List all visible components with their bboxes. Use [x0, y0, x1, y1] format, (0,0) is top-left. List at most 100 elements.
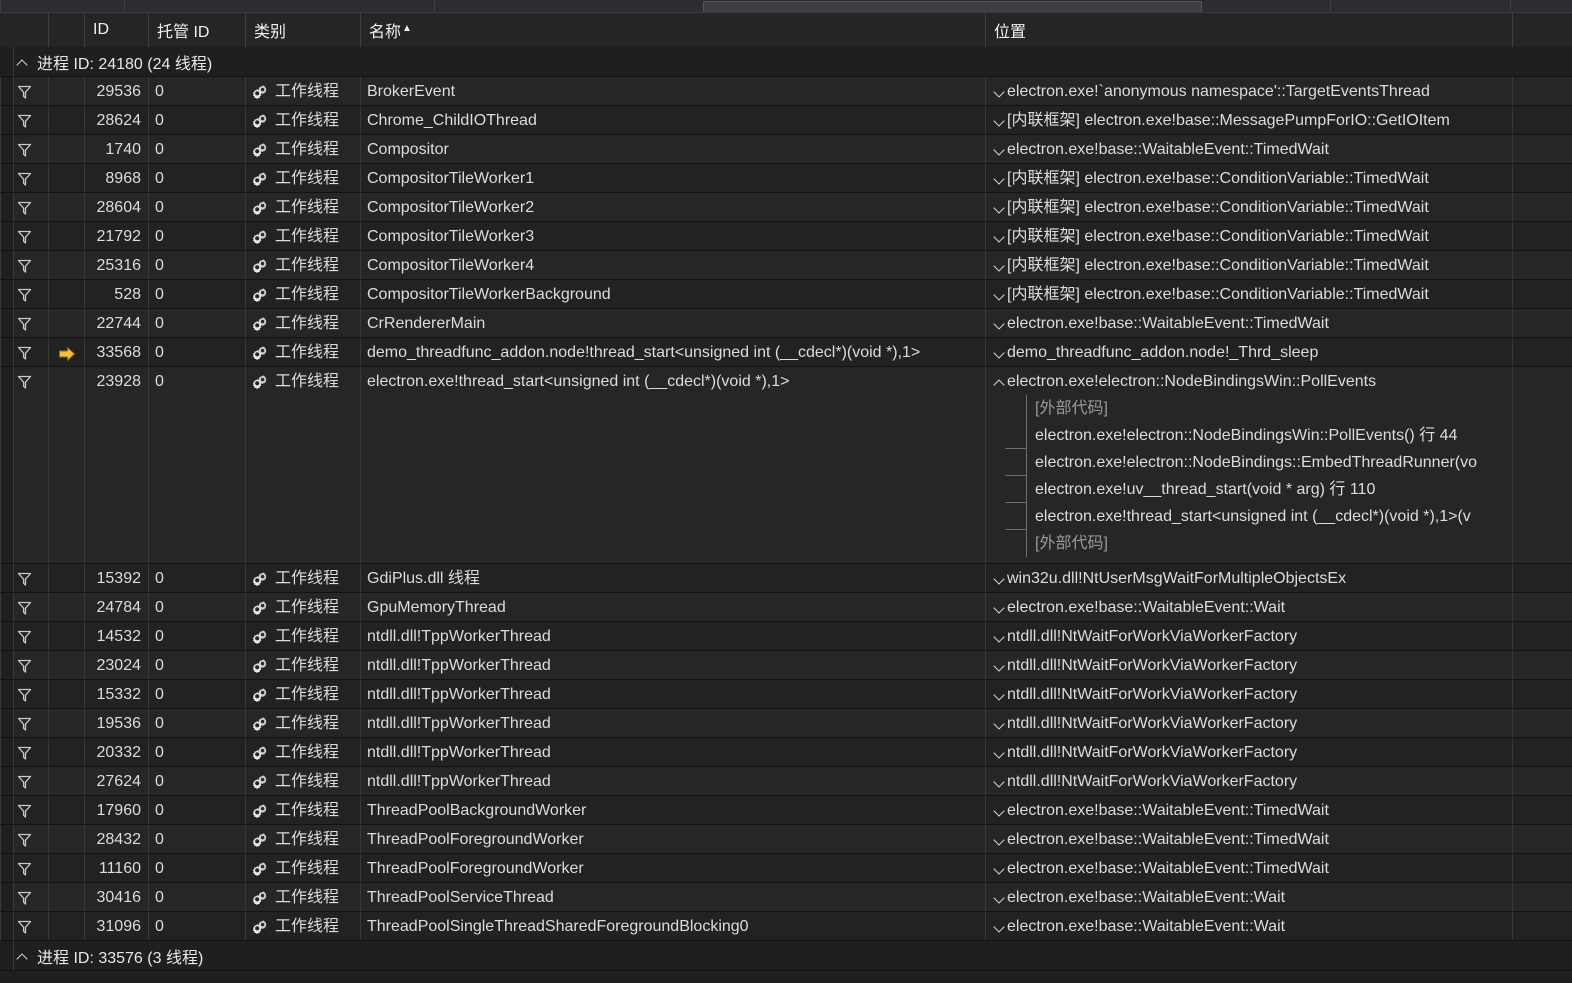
table-row[interactable]: 25316 0 工作线程 CompositorTileWorker4 [内联框架] el…: [0, 251, 1572, 280]
cell-flag[interactable]: [0, 651, 48, 679]
chevron-down-icon[interactable]: [992, 256, 1007, 276]
flag-icon[interactable]: [15, 859, 34, 878]
cell-location[interactable]: electron.exe!base::WaitableEvent::Wait: [985, 593, 1512, 621]
table-row[interactable]: 33568 0 工作线程 demo_threadfunc_addon.node!thr…: [0, 338, 1572, 367]
cell-flag[interactable]: [0, 854, 48, 882]
flag-icon[interactable]: [15, 140, 34, 159]
flag-icon[interactable]: [15, 314, 34, 333]
flag-icon[interactable]: [15, 743, 34, 762]
table-row[interactable]: 19536 0 工作线程 ntdll.dll!TppWorkerThread ntdll…: [0, 709, 1572, 738]
chevron-down-icon[interactable]: [992, 82, 1007, 102]
table-row[interactable]: 528 0 工作线程 CompositorTileWorkerBackground [内…: [0, 280, 1572, 309]
chevron-down-icon[interactable]: [992, 569, 1007, 589]
location-top-frame[interactable]: electron.exe!electron::NodeBindingsWin::…: [986, 371, 1512, 393]
column-header-flag[interactable]: [0, 13, 48, 47]
cell-flag[interactable]: [0, 738, 48, 766]
cell-location[interactable]: electron.exe!base::WaitableEvent::TimedW…: [985, 309, 1512, 337]
process-group-header[interactable]: 进程 ID: 33576 (3 线程): [0, 941, 1572, 971]
table-row[interactable]: 21792 0 工作线程 CompositorTileWorker3 [内联框架] el…: [0, 222, 1572, 251]
chevron-down-icon[interactable]: [992, 598, 1007, 618]
table-row[interactable]: 15392 0 工作线程 GdiPlus.dll 线程 win32u.dll!NtUse…: [0, 564, 1572, 593]
flag-icon[interactable]: [15, 82, 34, 101]
chevron-down-icon[interactable]: [992, 743, 1007, 763]
location-top-frame[interactable]: electron.exe!base::WaitableEvent::Wait: [986, 916, 1512, 938]
column-header-name[interactable]: 名称 ▲: [360, 13, 985, 47]
column-header-spare[interactable]: [1512, 13, 1572, 47]
cell-flag[interactable]: [0, 709, 48, 737]
cell-location[interactable]: [内联框架] electron.exe!base::ConditionVaria…: [985, 193, 1512, 221]
cell-location[interactable]: [内联框架] electron.exe!base::ConditionVaria…: [985, 251, 1512, 279]
column-header-marker[interactable]: [48, 13, 84, 47]
flag-icon[interactable]: [15, 656, 34, 675]
cell-flag[interactable]: [0, 767, 48, 795]
table-row[interactable]: 8968 0 工作线程 CompositorTileWorker1 [内联框架] ele…: [0, 164, 1572, 193]
table-row[interactable]: 20332 0 工作线程 ntdll.dll!TppWorkerThread ntdll…: [0, 738, 1572, 767]
cell-flag[interactable]: [0, 193, 48, 221]
cell-location[interactable]: electron.exe!base::WaitableEvent::TimedW…: [985, 825, 1512, 853]
cell-flag[interactable]: [0, 164, 48, 192]
chevron-down-icon[interactable]: [992, 859, 1007, 879]
chevron-down-icon[interactable]: [992, 627, 1007, 647]
stack-frame[interactable]: [外部代码]: [1005, 395, 1512, 422]
location-top-frame[interactable]: electron.exe!base::WaitableEvent::TimedW…: [986, 139, 1512, 161]
chevron-up-icon[interactable]: [16, 949, 30, 963]
flag-icon[interactable]: [15, 227, 34, 246]
flag-icon[interactable]: [15, 627, 34, 646]
chevron-down-icon[interactable]: [992, 343, 1007, 363]
table-row[interactable]: 14532 0 工作线程 ntdll.dll!TppWorkerThread ntdll…: [0, 622, 1572, 651]
cell-location[interactable]: demo_threadfunc_addon.node!_Thrd_sleep: [985, 338, 1512, 366]
chevron-down-icon[interactable]: [992, 830, 1007, 850]
cell-flag[interactable]: [0, 564, 48, 592]
location-top-frame[interactable]: ntdll.dll!NtWaitForWorkViaWorkerFactory: [986, 742, 1512, 764]
cell-location[interactable]: [内联框架] electron.exe!base::MessagePumpFor…: [985, 106, 1512, 134]
table-row[interactable]: 29536 0 工作线程 BrokerEvent electron.exe!`anony…: [0, 77, 1572, 106]
cell-location[interactable]: electron.exe!base::WaitableEvent::Wait: [985, 883, 1512, 911]
location-top-frame[interactable]: electron.exe!base::WaitableEvent::TimedW…: [986, 829, 1512, 851]
stack-frame[interactable]: electron.exe!electron::NodeBindings::Emb…: [1005, 449, 1512, 476]
column-header-id[interactable]: ID: [84, 13, 148, 47]
table-row[interactable]: 28604 0 工作线程 CompositorTileWorker2 [内联框架] el…: [0, 193, 1572, 222]
cell-flag[interactable]: [0, 135, 48, 163]
column-header-location[interactable]: 位置: [985, 13, 1512, 47]
chevron-down-icon[interactable]: [992, 656, 1007, 676]
cell-location[interactable]: electron.exe!base::WaitableEvent::TimedW…: [985, 135, 1512, 163]
table-row[interactable]: 28432 0 工作线程 ThreadPoolForegroundWorker elec…: [0, 825, 1572, 854]
table-row[interactable]: 23928 0 工作线程 electron.exe!thread_start<unsi…: [0, 367, 1572, 564]
flag-icon[interactable]: [15, 917, 34, 936]
column-header-category[interactable]: 类别: [245, 13, 360, 47]
flag-icon[interactable]: [15, 169, 34, 188]
process-group-label-wrap[interactable]: 进程 ID: 24180 (24 线程): [16, 50, 212, 74]
location-top-frame[interactable]: [内联框架] electron.exe!base::ConditionVaria…: [986, 168, 1512, 190]
table-row[interactable]: 23024 0 工作线程 ntdll.dll!TppWorkerThread ntdll…: [0, 651, 1572, 680]
cell-flag[interactable]: [0, 309, 48, 337]
location-top-frame[interactable]: electron.exe!base::WaitableEvent::Wait: [986, 597, 1512, 619]
flag-icon[interactable]: [15, 772, 34, 791]
location-top-frame[interactable]: [内联框架] electron.exe!base::ConditionVaria…: [986, 284, 1512, 306]
cell-location[interactable]: electron.exe!electron::NodeBindingsWin::…: [985, 367, 1512, 563]
cell-flag[interactable]: [0, 280, 48, 308]
cell-flag[interactable]: [0, 106, 48, 134]
cell-flag[interactable]: [0, 796, 48, 824]
cell-location[interactable]: [内联框架] electron.exe!base::ConditionVaria…: [985, 164, 1512, 192]
location-top-frame[interactable]: electron.exe!base::WaitableEvent::TimedW…: [986, 858, 1512, 880]
table-row[interactable]: 17960 0 工作线程 ThreadPoolBackgroundWorker elec…: [0, 796, 1572, 825]
flag-icon[interactable]: [15, 285, 34, 304]
chevron-down-icon[interactable]: [992, 111, 1007, 131]
table-row[interactable]: 24784 0 工作线程 GpuMemoryThread electron.exe!ba…: [0, 593, 1572, 622]
cell-location[interactable]: electron.exe!`anonymous namespace'::Targ…: [985, 77, 1512, 105]
flag-icon[interactable]: [15, 372, 34, 391]
table-row[interactable]: 11160 0 工作线程 ThreadPoolForegroundWorker elec…: [0, 854, 1572, 883]
table-row[interactable]: 22744 0 工作线程 CrRendererMain electron.exe!bas…: [0, 309, 1572, 338]
cell-flag[interactable]: [0, 680, 48, 708]
location-top-frame[interactable]: ntdll.dll!NtWaitForWorkViaWorkerFactory: [986, 626, 1512, 648]
threads-grid[interactable]: 进程 ID: 24180 (24 线程) 29536 0 工作线程 BrokerEven…: [0, 47, 1572, 983]
location-top-frame[interactable]: [内联框架] electron.exe!base::ConditionVaria…: [986, 226, 1512, 248]
stack-frame[interactable]: [外部代码]: [1005, 530, 1512, 557]
chevron-down-icon[interactable]: [992, 801, 1007, 821]
chevron-down-icon[interactable]: [992, 169, 1007, 189]
cell-flag[interactable]: [0, 367, 48, 563]
location-top-frame[interactable]: electron.exe!base::WaitableEvent::Wait: [986, 887, 1512, 909]
cell-location[interactable]: electron.exe!base::WaitableEvent::TimedW…: [985, 796, 1512, 824]
table-row[interactable]: 27624 0 工作线程 ntdll.dll!TppWorkerThread ntdll…: [0, 767, 1572, 796]
table-row[interactable]: 15332 0 工作线程 ntdll.dll!TppWorkerThread ntdll…: [0, 680, 1572, 709]
